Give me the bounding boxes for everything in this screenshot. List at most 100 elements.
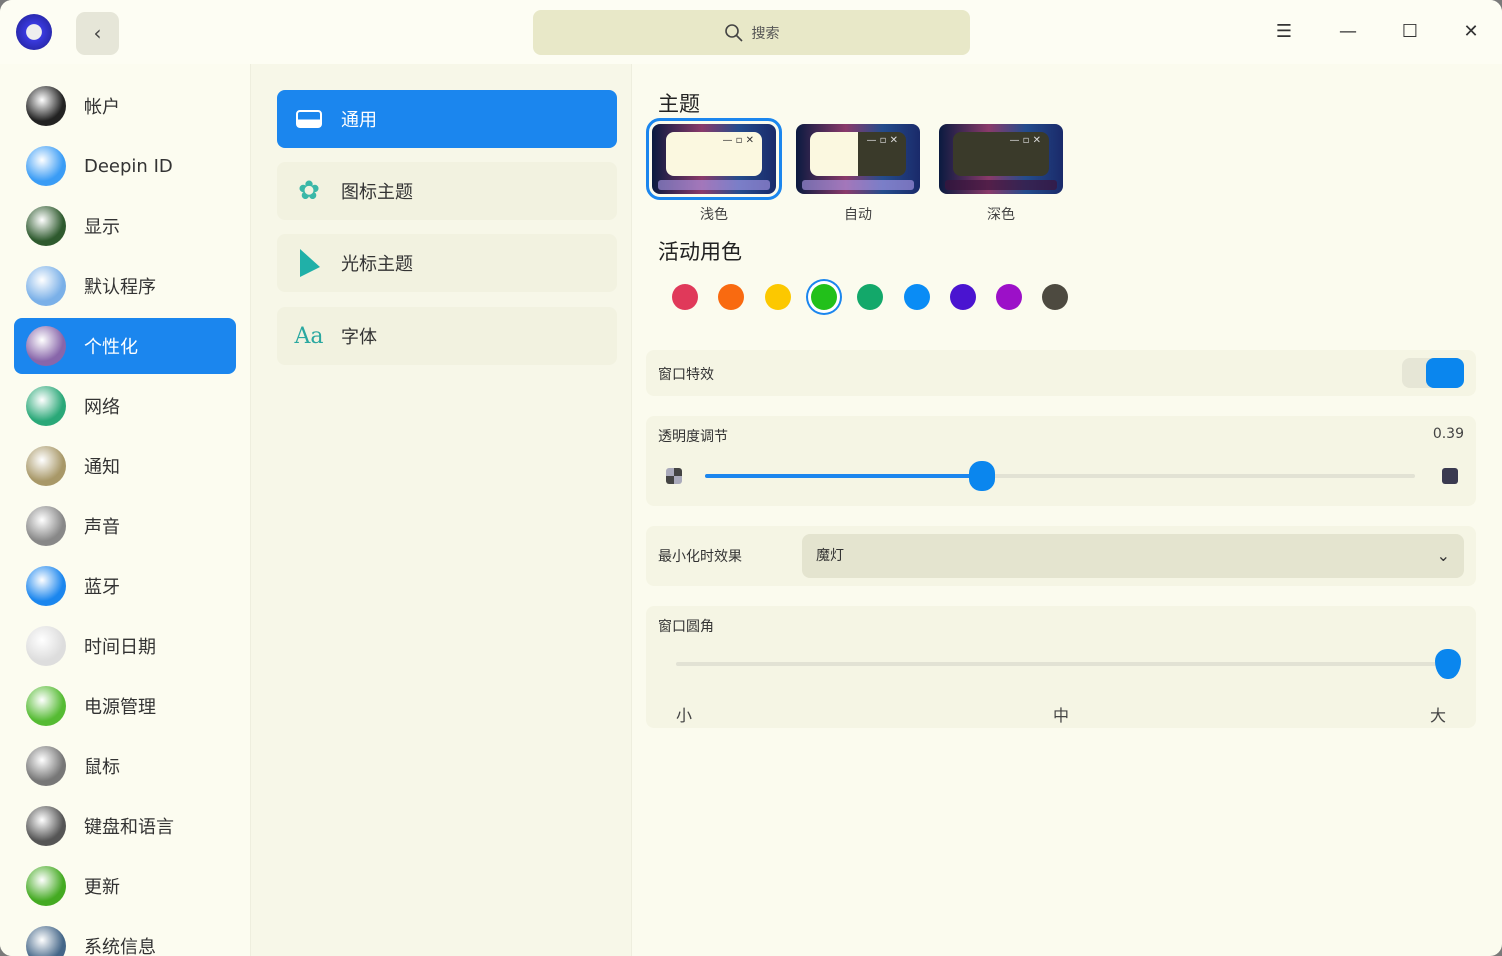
update-icon xyxy=(26,866,66,906)
window-corner-slider[interactable] xyxy=(676,649,1461,679)
chevron-down-icon: ⌄ xyxy=(1436,546,1450,565)
sidebar-item-keyboard[interactable]: 键盘和语言 xyxy=(14,798,236,854)
mouse-icon xyxy=(26,746,66,786)
tick-small: 小 xyxy=(676,706,693,725)
category-label: 图标主题 xyxy=(341,182,413,203)
theme-light[interactable]: — ▫ ✕ 浅色 xyxy=(646,118,782,224)
accent-color-swatch[interactable] xyxy=(903,284,930,310)
keyboard-icon xyxy=(26,806,66,846)
category-font[interactable]: Aa 字体 xyxy=(277,307,617,365)
sidebar-item-label: 帐户 xyxy=(84,97,120,118)
font-icon: Aa xyxy=(294,323,324,349)
accent-color-swatch[interactable] xyxy=(672,284,698,310)
sidebar-item-bell[interactable]: 通知 xyxy=(14,438,236,494)
dropdown-value: 魔灯 xyxy=(816,548,844,564)
personalization-icon xyxy=(26,326,66,366)
minimize-effect-dropdown[interactable]: 魔灯 ⌄ xyxy=(802,534,1464,578)
sidebar-item-label: 更新 xyxy=(84,877,120,898)
transparency-row: 透明度调节 0.39 xyxy=(646,416,1476,506)
sidebar-item-bluetooth[interactable]: 蓝牙 xyxy=(14,558,236,614)
sidebar-item-mouse[interactable]: 鼠标 xyxy=(14,738,236,794)
accent-color-swatch[interactable] xyxy=(764,284,791,310)
theme-label: 浅色 xyxy=(700,207,728,223)
sidebar: 帐户 Deepin ID 显示默认程序个性化网络通知声音蓝牙时间日期电源管理鼠标键盘… xyxy=(0,64,250,956)
sidebar-item-default-apps[interactable]: 默认程序 xyxy=(14,258,236,314)
category-label: 通用 xyxy=(341,110,377,131)
category-cursor-theme[interactable]: 光标主题 xyxy=(277,234,617,292)
menu-button[interactable]: ☰ xyxy=(1270,18,1298,46)
maximize-button[interactable]: ☐ xyxy=(1396,18,1424,46)
theme-auto[interactable]: — ▫ ✕ 自动 xyxy=(796,124,920,224)
back-button[interactable]: ‹ xyxy=(76,12,119,55)
theme-light-preview: — ▫ ✕ xyxy=(646,118,782,200)
window-corner-row: 窗口圆角 小 中 大 xyxy=(646,606,1476,728)
sidebar-item-label: 鼠标 xyxy=(84,757,120,778)
transparency-label: 透明度调节 xyxy=(658,429,728,445)
sidebar-item-label: 声音 xyxy=(84,517,120,538)
search-icon xyxy=(724,23,743,42)
sidebar-item-network[interactable]: 网络 xyxy=(14,378,236,434)
sidebar-item-label: 通知 xyxy=(84,457,120,478)
slider-handle[interactable] xyxy=(968,461,995,491)
sidebar-item-speaker[interactable]: 声音 xyxy=(14,498,236,554)
minimize-effect-row: 最小化时效果 魔灯 ⌄ xyxy=(646,526,1476,586)
slider-handle[interactable] xyxy=(1435,649,1461,679)
sidebar-item-update[interactable]: 更新 xyxy=(14,858,236,914)
transparent-icon xyxy=(666,468,682,484)
theme-dark[interactable]: — ▫ ✕ 深色 xyxy=(939,124,1063,224)
sidebar-item-battery[interactable]: 电源管理 xyxy=(14,678,236,734)
control-center-logo-icon xyxy=(16,14,52,50)
tick-medium: 中 xyxy=(1053,706,1070,725)
window-effect-toggle[interactable] xyxy=(1402,358,1464,388)
window-effect-row: 窗口特效 xyxy=(646,350,1476,396)
window-effect-label: 窗口特效 xyxy=(658,367,714,383)
tick-large: 大 xyxy=(1430,706,1447,725)
battery-icon xyxy=(26,686,66,726)
category-list: 通用 ✿ 图标主题 光标主题 Aa 字体 xyxy=(250,64,632,956)
theme-label: 自动 xyxy=(844,207,872,223)
sidebar-item-personalization[interactable]: 个性化 xyxy=(14,318,236,374)
accent-color-swatch[interactable] xyxy=(949,284,976,310)
accent-color-swatch[interactable] xyxy=(1042,284,1069,310)
accent-color-swatch[interactable] xyxy=(996,284,1023,310)
theme-auto-preview: — ▫ ✕ xyxy=(796,124,920,194)
theme-label: 深色 xyxy=(987,207,1015,223)
system-info-icon xyxy=(26,926,66,956)
window-corner-label: 窗口圆角 xyxy=(658,619,714,635)
sidebar-item-system-info[interactable]: 系统信息 xyxy=(14,918,236,956)
accent-color-swatch[interactable] xyxy=(810,284,837,310)
category-label: 光标主题 xyxy=(341,254,413,275)
category-general[interactable]: 通用 xyxy=(277,90,617,148)
settings-window: ‹ 搜索 ☰ — ☐ ✕ 帐户 Deepin ID 显示默认程序个性化网络通知声音蓝… xyxy=(0,0,1502,956)
minimize-effect-label: 最小化时效果 xyxy=(658,549,742,565)
sidebar-item-account[interactable]: 帐户 xyxy=(14,78,236,134)
sidebar-item-display[interactable]: 显示 xyxy=(14,198,236,254)
minimize-button[interactable]: — xyxy=(1334,18,1362,46)
default-apps-icon xyxy=(26,266,66,306)
sidebar-item-label: 系统信息 xyxy=(84,937,156,956)
theme-dark-preview: — ▫ ✕ xyxy=(939,124,1063,194)
search-input[interactable]: 搜索 xyxy=(533,10,970,55)
search-placeholder: 搜索 xyxy=(751,25,780,42)
sidebar-item-label: 默认程序 xyxy=(84,277,156,298)
window-icon xyxy=(295,105,323,133)
category-icon-theme[interactable]: ✿ 图标主题 xyxy=(277,162,617,220)
bluetooth-icon xyxy=(26,566,66,606)
category-label: 字体 xyxy=(341,327,377,348)
sidebar-item-cloud[interactable]: Deepin ID xyxy=(14,138,236,194)
transparency-slider[interactable] xyxy=(705,461,1415,491)
accent-color-swatch[interactable] xyxy=(857,284,884,310)
sidebar-item-label: Deepin ID xyxy=(84,155,173,177)
clock-icon xyxy=(26,626,66,666)
sidebar-item-label: 网络 xyxy=(84,397,120,418)
close-button[interactable]: ✕ xyxy=(1457,18,1485,46)
accent-color-swatch[interactable] xyxy=(718,284,745,310)
network-icon xyxy=(26,386,66,426)
opaque-icon xyxy=(1442,468,1458,484)
sidebar-item-clock[interactable]: 时间日期 xyxy=(14,618,236,674)
sidebar-item-label: 个性化 xyxy=(84,337,138,358)
sidebar-item-label: 时间日期 xyxy=(84,637,156,658)
cloud-icon xyxy=(26,146,66,186)
flower-icon: ✿ xyxy=(298,176,320,206)
sidebar-item-label: 蓝牙 xyxy=(84,577,120,598)
